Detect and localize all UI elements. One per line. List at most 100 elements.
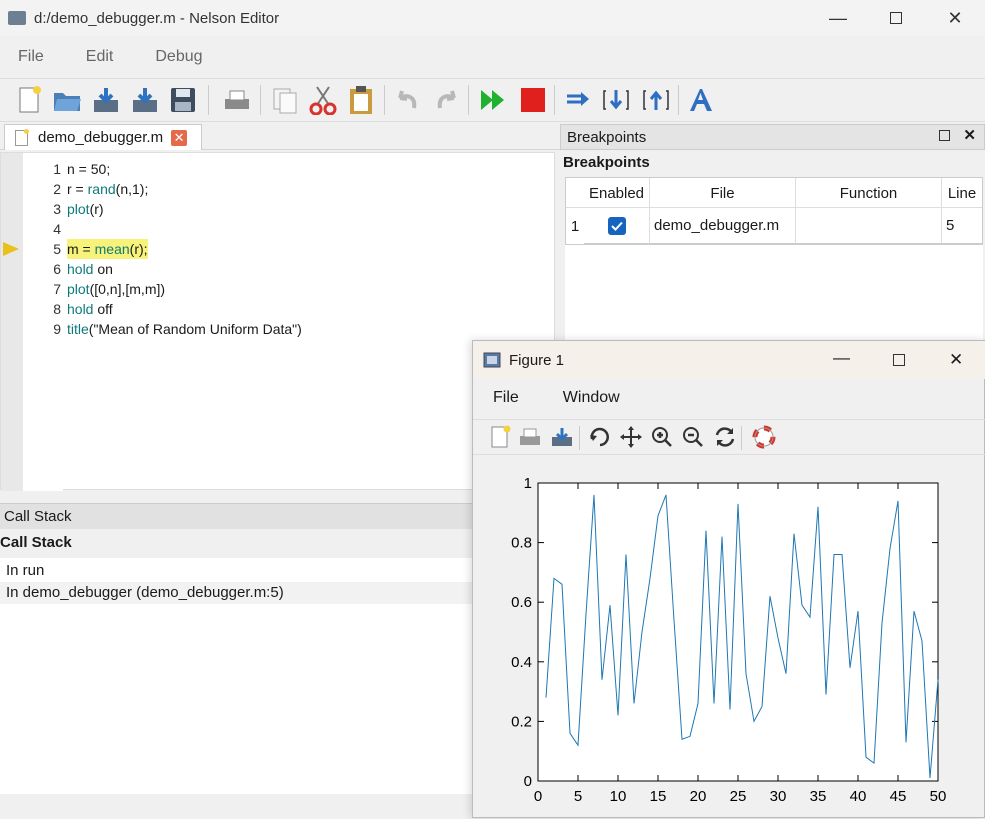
breakpoints-empty-area [565, 245, 983, 345]
enabled-checkbox[interactable] [584, 208, 650, 244]
column-line[interactable]: Line [942, 178, 982, 208]
figure-menu-window[interactable]: Window [563, 389, 620, 407]
breakpoint-file: demo_debugger.m [650, 208, 796, 244]
figure-save-button[interactable] [549, 424, 575, 450]
plot-area [537, 482, 939, 782]
code-text: title("Mean of Random Uniform Data") [67, 321, 302, 337]
redo-button[interactable] [432, 85, 462, 115]
print-button[interactable] [222, 85, 252, 115]
line-number: 1 [53, 161, 61, 177]
code-line[interactable]: 2 r = rand(n,1); [1, 179, 556, 199]
code-line[interactable]: 7 plot([0,n],[m,m]) [1, 279, 556, 299]
panel-close-icon[interactable]: ✕ [963, 126, 976, 144]
menu-debug[interactable]: Debug [155, 48, 202, 66]
save-button[interactable] [168, 85, 198, 115]
figure-icon [483, 352, 501, 368]
window-title: d:/demo_debugger.m - Nelson Editor [34, 9, 280, 27]
x-tick-label: 15 [650, 788, 667, 805]
y-tick-label: 0 [524, 773, 532, 790]
figure-maximize-icon[interactable] [893, 354, 905, 366]
cut-button[interactable] [308, 85, 338, 115]
save-all-button[interactable] [130, 85, 160, 115]
y-tick-label: 1 [524, 475, 532, 492]
code-line[interactable]: 1 n = 50; [1, 159, 556, 179]
tab-demo-debugger[interactable]: demo_debugger.m ✕ [4, 124, 202, 150]
figure-print-button[interactable] [517, 424, 543, 450]
code-line[interactable]: 9 title("Mean of Random Uniform Data") [1, 319, 556, 339]
minimize-button[interactable]: — [809, 0, 867, 36]
new-figure-icon [491, 425, 511, 448]
close-tab-icon[interactable]: ✕ [171, 129, 188, 146]
undo-button[interactable] [392, 85, 422, 115]
figure-menu-file[interactable]: File [493, 389, 519, 407]
x-tick-label: 25 [730, 788, 747, 805]
breakpoints-panel-header: Breakpoints ✕ [560, 124, 985, 150]
new-file-button[interactable] [14, 85, 44, 115]
current-line-arrow-icon [3, 242, 19, 256]
float-icon[interactable] [939, 130, 950, 141]
menu-file[interactable]: File [18, 48, 44, 66]
column-enabled[interactable]: Enabled [584, 178, 650, 208]
open-button[interactable] [52, 85, 82, 115]
help-button[interactable] [751, 424, 777, 450]
rotate-button[interactable] [587, 424, 613, 450]
code-line[interactable]: 3 plot(r) [1, 199, 556, 219]
print-icon [520, 428, 540, 445]
save-as-button[interactable] [91, 85, 121, 115]
breakpoints-section-title: Breakpoints [563, 154, 650, 171]
x-tick-label: 10 [610, 788, 627, 805]
code-line[interactable]: 6 hold on [1, 259, 556, 279]
line-number: 6 [53, 261, 61, 277]
breakpoint-line: 5 [942, 208, 982, 244]
step-in-button[interactable] [601, 85, 631, 115]
line-chart[interactable]: 0 5 10 15 20 25 30 35 40 45 50 0 0.2 0.4 0.6 0.8 1 [473, 455, 985, 819]
redo-icon [437, 90, 456, 109]
callstack-panel-header: Call Stack [0, 503, 472, 529]
pan-button[interactable] [618, 424, 644, 450]
list-item[interactable]: In run [0, 560, 472, 582]
code-text: hold on [67, 261, 113, 277]
clipboard-icon [350, 86, 372, 114]
zoom-in-button[interactable] [649, 424, 675, 450]
x-tick-label: 0 [534, 788, 542, 805]
menu-edit[interactable]: Edit [86, 48, 114, 66]
figure-close-icon[interactable]: ✕ [949, 350, 963, 370]
code-line[interactable]: 4 [1, 219, 556, 239]
copy-button[interactable] [270, 85, 300, 115]
step-out-icon [643, 90, 669, 110]
row-index: 1 [570, 217, 580, 235]
checkmark-icon [607, 216, 626, 235]
code-line[interactable]: 5 m = mean(r); [1, 239, 556, 259]
continue-icon [481, 90, 504, 110]
line-number: 8 [53, 301, 61, 317]
x-tick-label: 40 [850, 788, 867, 805]
font-button[interactable] [686, 85, 716, 115]
figure-new-button[interactable] [487, 424, 513, 450]
code-text: hold off [67, 301, 113, 317]
step-out-button[interactable] [641, 85, 671, 115]
close-button[interactable]: ✕ [926, 0, 984, 36]
run-button[interactable] [478, 85, 508, 115]
zoom-out-button[interactable] [680, 424, 706, 450]
column-file[interactable]: File [650, 178, 796, 208]
breakpoints-table: Enabled File Function Line 1 demo_debugg… [565, 177, 983, 245]
column-function[interactable]: Function [796, 178, 942, 208]
code-text: plot(r) [67, 201, 104, 217]
zoom-in-icon [652, 427, 672, 447]
list-item[interactable]: In demo_debugger (demo_debugger.m:5) [0, 582, 472, 604]
breakpoint-function [796, 208, 942, 244]
maximize-button[interactable] [867, 0, 925, 36]
copy-icon [273, 88, 297, 114]
figure-minimize-icon[interactable]: — [833, 348, 850, 368]
code-line[interactable]: 8 hold off [1, 299, 556, 319]
tab-label: demo_debugger.m [38, 129, 164, 146]
x-tick-label: 35 [810, 788, 827, 805]
x-tick-label: 50 [930, 788, 947, 805]
stop-button[interactable] [518, 85, 548, 115]
y-tick-label: 0.6 [511, 594, 532, 611]
refresh-button[interactable] [712, 424, 738, 450]
paste-button[interactable] [346, 85, 376, 115]
floppy-icon [171, 88, 195, 112]
step-over-button[interactable] [562, 85, 592, 115]
figure-title-bar: Figure 1 — ✕ [473, 341, 985, 379]
